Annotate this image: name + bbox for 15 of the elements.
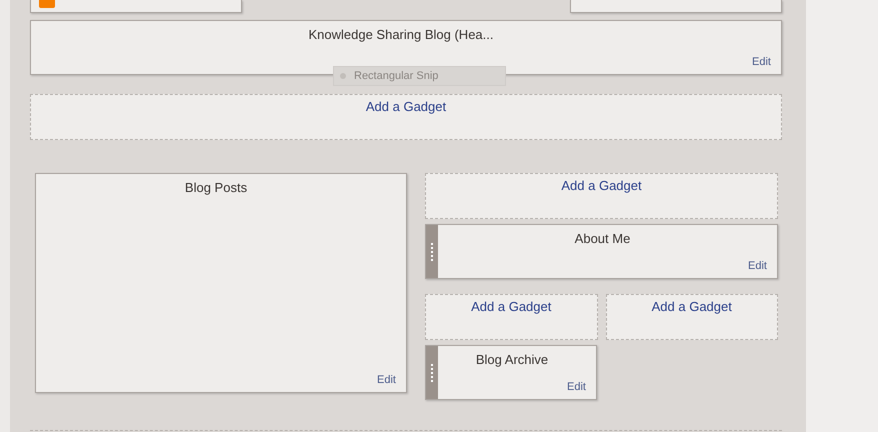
add-gadget-link[interactable]: Add a Gadget	[366, 97, 446, 116]
gadget-title: Blog Archive	[476, 351, 548, 369]
gadget-title: About Me	[574, 230, 630, 248]
add-gadget-link[interactable]: Add a Gadget	[471, 297, 552, 316]
gadget-title: Knowledge Sharing Blog (Hea...	[308, 26, 494, 44]
edit-link[interactable]: Edit	[377, 372, 396, 388]
edit-link[interactable]: Edit	[567, 378, 586, 395]
edit-link[interactable]: Edit	[752, 54, 771, 70]
add-gadget-link[interactable]: Add a Gadget	[652, 297, 732, 316]
edit-link[interactable]: Edit	[748, 258, 767, 274]
add-gadget-link[interactable]: Add a Gadget	[561, 176, 642, 196]
tooltip-text: Rectangular Snip	[354, 68, 438, 84]
drag-handle[interactable]	[426, 346, 438, 399]
gadget-title: Blog Posts	[184, 179, 248, 197]
drag-handle[interactable]	[426, 225, 438, 278]
